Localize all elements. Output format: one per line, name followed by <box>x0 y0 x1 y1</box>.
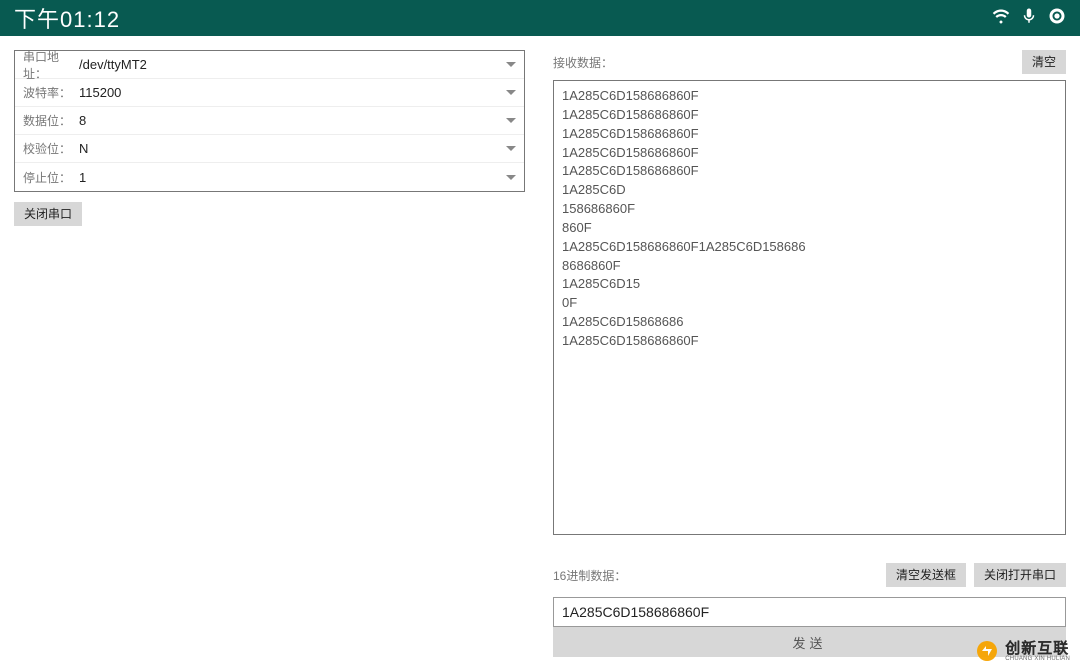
close-port-button[interactable]: 关闭串口 <box>14 202 82 226</box>
baud-rate-row[interactable]: 波特率： 115200 <box>15 79 524 107</box>
main-content: 串口地址： /dev/ttyMT2 波特率： 115200 数据位： 8 校验位… <box>0 36 1080 671</box>
status-icons <box>992 5 1066 31</box>
serial-config-box: 串口地址： /dev/ttyMT2 波特率： 115200 数据位： 8 校验位… <box>14 50 525 192</box>
right-pane: 接收数据： 清空 1A285C6D158686860F 1A285C6D1586… <box>539 36 1080 671</box>
chevron-down-icon <box>506 146 516 151</box>
parity-row[interactable]: 校验位： N <box>15 135 524 163</box>
mic-icon <box>1020 5 1038 31</box>
baud-rate-label: 波特率： <box>23 84 79 101</box>
chevron-down-icon <box>506 90 516 95</box>
send-header: 16进制数据： 清空发送框 关闭打开串口 <box>553 563 1066 587</box>
recv-data-box: 1A285C6D158686860F 1A285C6D158686860F 1A… <box>553 80 1066 535</box>
send-input-wrap[interactable] <box>553 597 1066 627</box>
toggle-port-button[interactable]: 关闭打开串口 <box>974 563 1066 587</box>
wifi-icon <box>992 5 1010 31</box>
port-address-value: /dev/ttyMT2 <box>79 57 506 72</box>
camera-icon <box>1048 5 1066 31</box>
send-label: 16进制数据： <box>553 567 626 584</box>
chevron-down-icon <box>506 62 516 67</box>
port-address-row[interactable]: 串口地址： /dev/ttyMT2 <box>15 51 524 79</box>
parity-value: N <box>79 141 506 156</box>
baud-rate-value: 115200 <box>79 85 506 100</box>
data-bits-label: 数据位： <box>23 112 79 129</box>
data-bits-row[interactable]: 数据位： 8 <box>15 107 524 135</box>
left-pane: 串口地址： /dev/ttyMT2 波特率： 115200 数据位： 8 校验位… <box>0 36 539 671</box>
clock-time: 下午01:12 <box>14 2 120 34</box>
stop-bits-label: 停止位： <box>23 169 79 186</box>
chevron-down-icon <box>506 175 516 180</box>
recv-label: 接收数据： <box>553 54 613 71</box>
send-button[interactable]: 发送 <box>553 627 1066 657</box>
clear-recv-button[interactable]: 清空 <box>1022 50 1066 74</box>
recv-header: 接收数据： 清空 <box>553 50 1066 74</box>
stop-bits-value: 1 <box>79 170 506 185</box>
clear-send-button[interactable]: 清空发送框 <box>886 563 966 587</box>
hex-send-input[interactable] <box>562 604 1057 620</box>
parity-label: 校验位： <box>23 140 79 157</box>
stop-bits-row[interactable]: 停止位： 1 <box>15 163 524 191</box>
data-bits-value: 8 <box>79 113 506 128</box>
android-status-bar: 下午01:12 <box>0 0 1080 36</box>
chevron-down-icon <box>506 118 516 123</box>
port-address-label: 串口地址： <box>23 48 79 82</box>
